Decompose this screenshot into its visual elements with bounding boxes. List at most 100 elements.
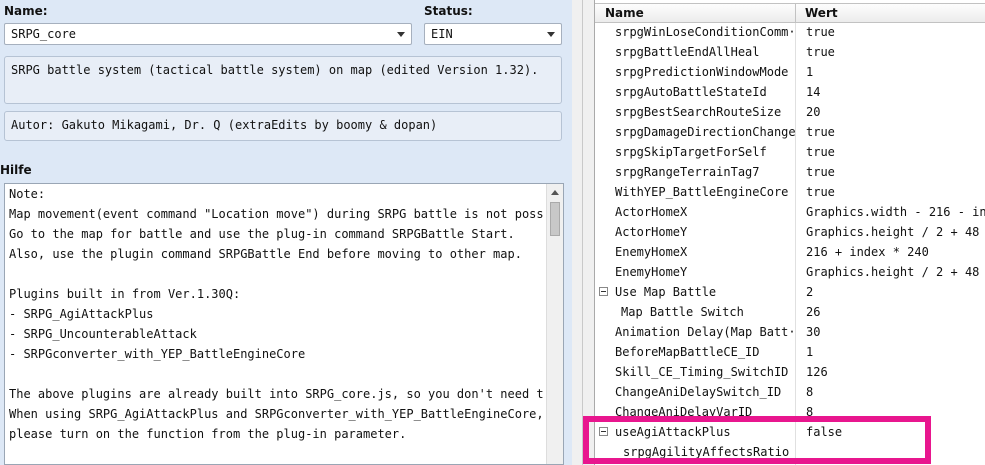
parameter-row[interactable]: srpgDamageDirectionChange true [595,122,985,142]
description-box: SRPG battle system (tactical battle syst… [4,56,562,104]
parameter-list-header: Name Wert [595,3,985,24]
help-line: - SRPG_UncounterableAttack [9,327,197,341]
author-box: Autor: Gakuto Mikagami, Dr. Q (extraEdit… [4,111,562,141]
help-line: Plugins built in from Ver.1.30Q: [9,287,241,301]
parameter-name: ActorHomeY [615,225,688,239]
parameter-row[interactable]: ActorHomeY Graphics.height / 2 + 48 [595,222,985,242]
parameter-row[interactable]: ChangeAniDelaySwitch_ID 8 [595,382,985,402]
parameter-name: srpgSkipTargetForSelf [615,145,767,159]
description-text: SRPG battle system (tactical battle syst… [11,63,539,77]
parameter-row[interactable]: srpgWinLoseConditionComm··· true [595,22,985,42]
help-scrollbar[interactable] [546,184,563,464]
parameter-value: 1 [806,345,814,359]
parameter-row[interactable]: useAgiAttackPlus false [595,422,985,442]
help-line: - SRPGconverter_with_YEP_BattleEngineCor… [9,347,306,361]
parameter-value: 30 [806,325,821,339]
parameter-row[interactable]: srpgAutoBattleStateId 14 [595,82,985,102]
name-combobox[interactable]: SRPG_core [4,23,412,45]
help-line: Go to the map for battle and use the plu… [9,227,515,241]
parameter-value: true [806,145,835,159]
parameter-value: 20 [806,105,821,119]
help-line: please turn on the function from the plu… [9,427,407,441]
status-value: EIN [431,27,453,41]
help-line: When using SRPG_AgiAttackPlus and SRPGco… [9,407,543,421]
parameter-value: 126 [806,365,828,379]
parameter-value: false [806,425,843,439]
parameter-value: 8 [806,385,814,399]
parameter-row[interactable]: EnemyHomeX 216 + index * 240 [595,242,985,262]
parameter-name: ActorHomeX [615,205,688,219]
parameter-row[interactable]: srpgPredictionWindowMode 1 [595,62,985,82]
parameter-row[interactable]: BeforeMapBattleCE_ID 1 [595,342,985,362]
parameter-name: EnemyHomeY [615,265,688,279]
parameter-row[interactable]: WithYEP_BattleEngineCore true [595,182,985,202]
help-line: Map movement(event command "Location mov… [9,207,543,221]
parameter-name: useAgiAttackPlus [615,425,731,439]
author-text: Autor: Gakuto Mikagami, Dr. Q (extraEdit… [11,118,438,132]
parameter-value: Graphics.height / 2 + 48 [806,225,980,239]
parameter-value: true [806,185,835,199]
parameter-row[interactable]: Skill_CE_Timing_SwitchID 126 [595,362,985,382]
parameter-row[interactable]: EnemyHomeY Graphics.height / 2 + 48 [595,262,985,282]
parameter-value: 14 [806,85,821,99]
parameter-row[interactable]: Use Map Battle 2 [595,282,985,302]
scroll-thumb[interactable] [550,202,560,236]
parameter-row[interactable]: srpgAgilityAffectsRatio [595,442,985,462]
parameter-value: Graphics.height / 2 + 48 [806,265,980,279]
parameter-row[interactable]: srpgSkipTargetForSelf true [595,142,985,162]
parameter-name: srpgPredictionWindowMode [615,65,789,79]
parameter-value: 1 [806,65,814,79]
status-combobox[interactable]: EIN [424,23,562,45]
parameter-name: BeforeMapBattleCE_ID [615,345,760,359]
splitter[interactable] [582,0,583,465]
parameter-name: Skill_CE_Timing_SwitchID [615,365,789,379]
parameter-value: true [806,165,835,179]
parameter-name: srpgWinLoseConditionComm··· [615,25,795,39]
parameter-row[interactable]: srpgBestSearchRouteSize 20 [595,102,985,122]
parameter-row[interactable]: srpgBattleEndAllHeal true [595,42,985,62]
parameter-value: Graphics.width - 216 - index [806,205,985,219]
collapse-icon[interactable] [599,427,608,436]
help-title: Hilfe [0,163,32,177]
parameter-list: Name Wert srpgWinLoseConditionComm··· tru… [594,0,985,465]
help-line: Note: [9,187,46,201]
column-divider[interactable] [795,4,796,24]
help-line [5,264,543,284]
parameter-value: true [806,45,835,59]
plugin-editor-panel: Name: SRPG_core Status: EIN SRPG battle … [0,0,572,465]
help-line: The above plugins are already built into… [9,387,543,401]
parameter-row[interactable]: srpgRangeTerrainTag7 true [595,162,985,182]
parameter-row[interactable]: ActorHomeX Graphics.width - 216 - index [595,202,985,222]
parameter-row[interactable]: Animation Delay(Map Batt··· 30 [595,322,985,342]
parameter-name: Use Map Battle [615,285,717,299]
parameter-value: 216 + index * 240 [806,245,929,259]
parameter-name: ChangeAniDelaySwitch_ID [615,385,782,399]
parameter-value: 26 [806,305,821,319]
parameter-value: true [806,25,835,39]
help-line [5,364,543,384]
parameter-row[interactable]: Map Battle Switch 26 [595,302,985,322]
parameter-name: srpgDamageDirectionChange [615,125,795,139]
parameter-value: 2 [806,285,814,299]
help-line: Also, use the plugin command SRPGBattle … [9,247,522,261]
status-label: Status: [424,4,473,18]
parameter-value: 8 [806,405,814,419]
help-line: - SRPG_AgiAttackPlus [9,307,154,321]
parameter-name: Map Battle Switch [621,305,744,319]
column-header-value[interactable]: Wert [805,6,838,20]
parameter-name: EnemyHomeX [615,245,688,259]
chevron-down-icon[interactable] [547,32,555,37]
chevron-down-icon[interactable] [397,32,405,37]
name-value: SRPG_core [11,27,77,41]
scroll-up-icon[interactable] [551,190,559,195]
help-textarea[interactable]: Note: Map movement(event command "Locatio… [4,183,564,465]
parameter-name: WithYEP_BattleEngineCore [615,185,789,199]
parameter-name: srpgBattleEndAllHeal [615,45,760,59]
parameter-name: srpgAutoBattleStateId [615,85,767,99]
parameter-name: Animation Delay(Map Batt··· [615,325,795,339]
parameter-name: ChangeAniDelayVarID [615,405,753,419]
parameter-row[interactable]: ChangeAniDelayVarID 8 [595,402,985,422]
column-header-name[interactable]: Name [605,6,644,20]
collapse-icon[interactable] [599,287,608,296]
parameter-name: srpgBestSearchRouteSize [615,105,782,119]
